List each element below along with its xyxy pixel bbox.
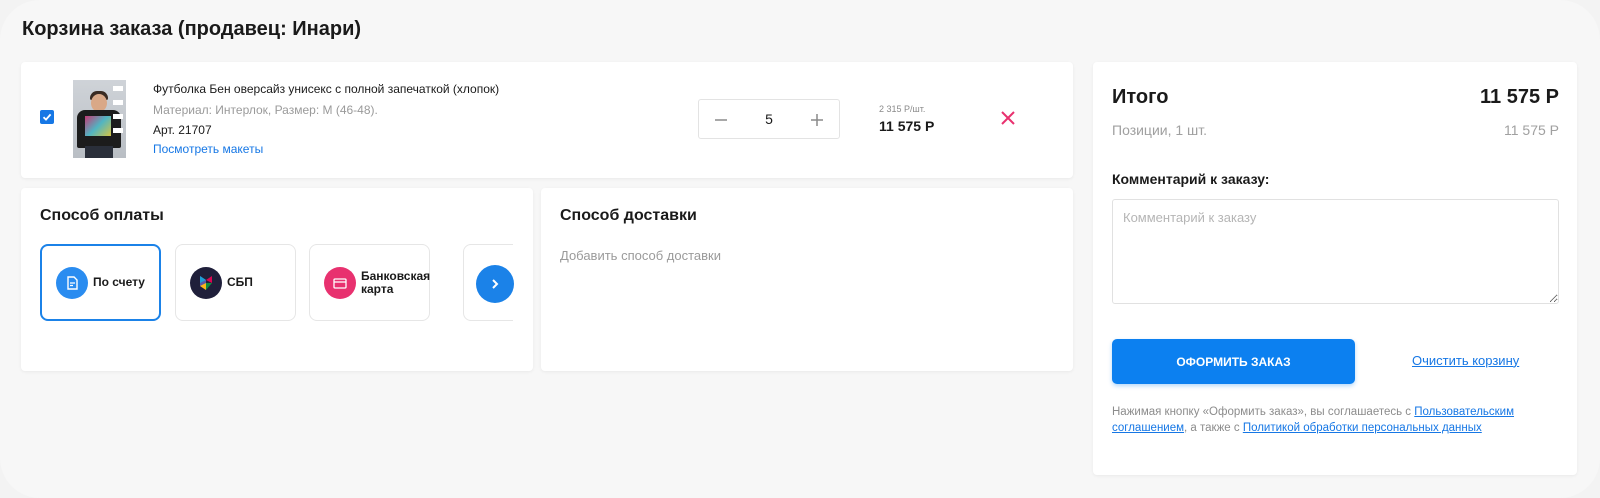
payment-section: Способ оплаты По счету СБП Банковская ка… bbox=[21, 188, 533, 371]
summary-total: 11 575 Р bbox=[1480, 86, 1559, 108]
order-summary: Итого 11 575 Р Позиции, 1 шт. 11 575 Р К… bbox=[1093, 62, 1577, 475]
payment-options: По счету СБП Банковская карта bbox=[40, 244, 513, 324]
payment-title: Способ оплаты bbox=[40, 207, 164, 224]
payment-option-label: Банковская bbox=[361, 268, 431, 283]
payment-option-card[interactable]: Банковская карта bbox=[309, 244, 430, 321]
clear-cart-link[interactable]: Очистить корзину bbox=[1412, 353, 1519, 368]
decrease-button[interactable] bbox=[709, 108, 733, 132]
plus-icon bbox=[811, 114, 823, 126]
chevron-right-icon bbox=[492, 279, 499, 289]
view-mockups-link[interactable]: Посмотреть макеты bbox=[153, 142, 263, 156]
item-material: Материал: Интерлок, Размер: М (46-48). bbox=[153, 103, 378, 117]
payment-option-label: СБП bbox=[227, 275, 253, 289]
positions-label: Позиции, 1 шт. bbox=[1112, 122, 1208, 138]
checkmark-icon bbox=[42, 113, 52, 121]
product-image[interactable] bbox=[73, 80, 126, 158]
agreement-text-part: , а также с bbox=[1184, 422, 1243, 434]
item-article: Арт. 21707 bbox=[153, 123, 212, 137]
agreement-text-part: Нажимая кнопку «Оформить заказ», вы согл… bbox=[1112, 406, 1415, 418]
page-title: Корзина заказа (продавец: Инари) bbox=[22, 18, 362, 40]
minus-icon bbox=[715, 119, 727, 121]
item-name: Футболка Бен оверсайз унисекс с полной з… bbox=[153, 82, 500, 96]
increase-button[interactable] bbox=[805, 108, 829, 132]
summary-title: Итого bbox=[1112, 86, 1169, 108]
privacy-policy-link[interactable]: Политикой обработки персональных данных bbox=[1243, 422, 1482, 434]
item-checkbox[interactable] bbox=[40, 110, 54, 124]
agreement-text: Нажимая кнопку «Оформить заказ», вы согл… bbox=[1112, 404, 1562, 436]
payment-next-button[interactable] bbox=[476, 265, 514, 303]
close-icon bbox=[1001, 111, 1015, 125]
add-delivery-link[interactable]: Добавить способ доставки bbox=[560, 248, 721, 263]
payment-option-sbp[interactable]: СБП bbox=[175, 244, 296, 321]
delivery-title: Способ доставки bbox=[560, 207, 697, 224]
cart-item: Футболка Бен оверсайз унисекс с полной з… bbox=[21, 62, 1073, 178]
quantity-value[interactable]: 5 bbox=[749, 111, 789, 127]
item-total-price: 11 575 Р bbox=[879, 118, 935, 134]
payment-option-label-line-2: карта bbox=[361, 281, 394, 296]
place-order-button[interactable]: ОФОРМИТЬ ЗАКАЗ bbox=[1112, 339, 1355, 384]
sbp-logo-icon bbox=[190, 266, 222, 299]
page: Корзина заказа (продавец: Инари) Футболк… bbox=[0, 0, 1600, 498]
document-icon bbox=[56, 266, 88, 299]
comment-field[interactable] bbox=[1112, 199, 1559, 304]
payment-option-invoice[interactable]: По счету bbox=[40, 244, 161, 321]
unit-price: 2 315 Р/шт. bbox=[879, 104, 926, 114]
payment-option-label: По счету bbox=[93, 275, 145, 289]
remove-item-button[interactable] bbox=[999, 109, 1017, 127]
positions-value: 11 575 Р bbox=[1503, 122, 1559, 138]
delivery-section: Способ доставки Добавить способ доставки bbox=[541, 188, 1073, 371]
quantity-stepper: 5 bbox=[698, 99, 840, 139]
comment-label: Комментарий к заказу: bbox=[1112, 171, 1270, 187]
bank-card-icon bbox=[324, 266, 356, 299]
